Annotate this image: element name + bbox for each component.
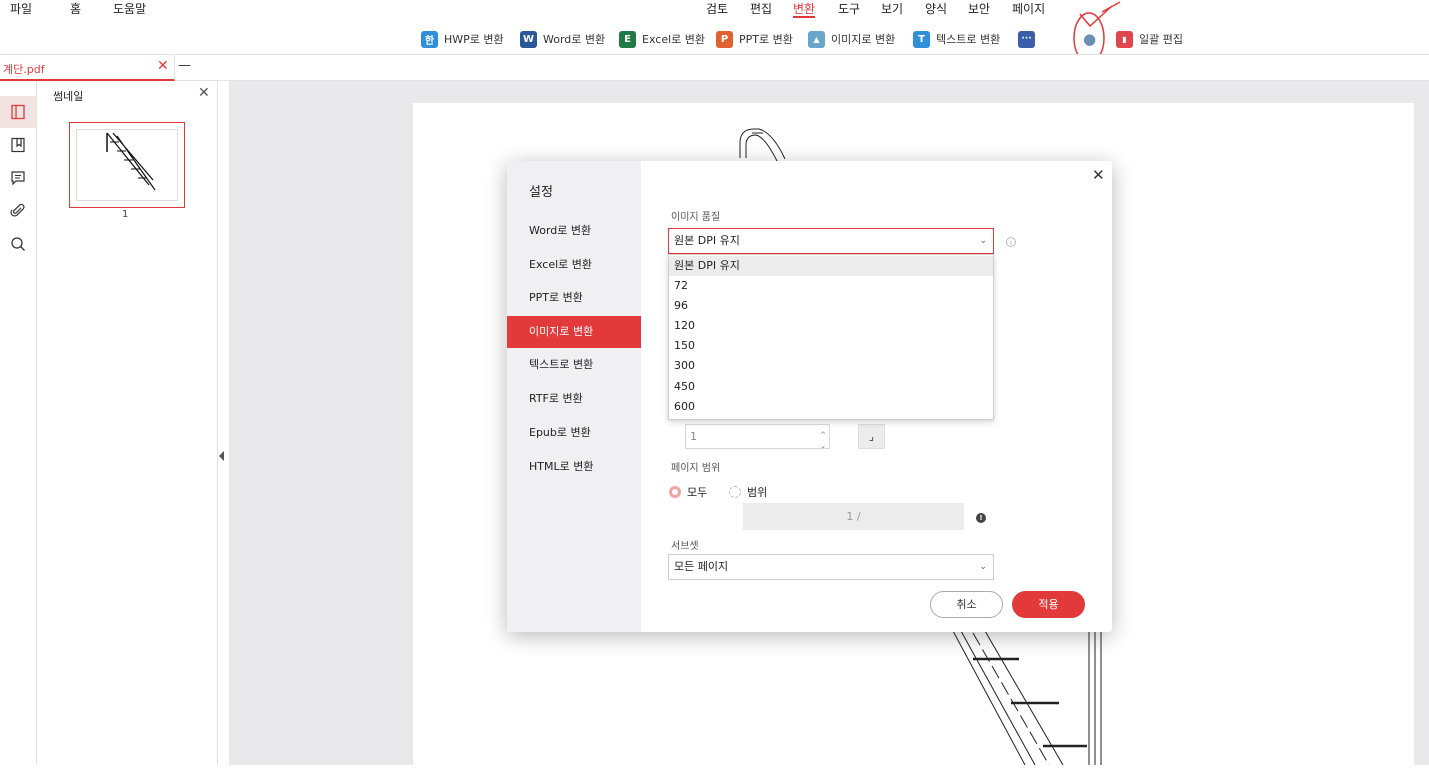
image-quality-select[interactable]: 원본 DPI 유지 ⌄ [668,228,994,254]
page-thumbnail-image [76,129,178,201]
page-range-input[interactable]: 1 / [743,503,964,530]
toolbar: 한 HWP로 변환 W Word로 변환 E Excel로 변환 P PPT로 … [0,24,1429,54]
dpi-option[interactable]: 300 [669,356,993,376]
tab-forms[interactable]: 양식 [925,0,947,17]
collapse-panel-icon[interactable] [219,451,224,461]
menu-home[interactable]: 홈 [70,0,81,17]
convert-excel-button[interactable]: E Excel로 변환 [619,28,705,50]
thumbnail-panel-title: 썸네일 [53,90,84,103]
page-range-label: 페이지 범위 [671,463,721,474]
menu-file[interactable]: 파일 [10,0,32,17]
word-icon: W [520,30,537,48]
page-number: 1 [122,209,129,220]
document-tab[interactable]: 계단.pdf ✕ [0,55,175,81]
tab-tools[interactable]: 도구 [838,0,860,17]
tab-pages[interactable]: 페이지 [1012,0,1045,17]
comment-icon[interactable] [0,162,36,194]
warning-info-icon: ! [976,513,986,523]
left-rail [0,81,37,765]
tab-convert[interactable]: 변환 [793,0,816,18]
nav-epub[interactable]: Epub로 변환 [507,417,641,449]
close-icon[interactable]: ✕ [1092,166,1105,184]
close-icon[interactable]: ✕ [157,58,169,74]
text-icon: T [913,30,930,48]
minimize-icon[interactable]: — [178,58,191,73]
dialog-title: 설정 [529,185,553,200]
nav-image[interactable]: 이미지로 변환 [507,316,641,348]
page-thumbnail[interactable] [69,122,185,208]
dpi-option[interactable]: 600 [669,397,993,417]
dialog-sidebar: 설정 Word로 변환 Excel로 변환 PPT로 변환 이미지로 변환 텍스… [507,161,641,632]
dpi-option[interactable]: 72 [669,276,993,296]
chevron-down-icon: ⌄ [979,236,987,246]
nav-ppt[interactable]: PPT로 변환 [507,282,641,314]
convert-excel-label: Excel로 변환 [642,33,705,46]
image-icon: ▲ [808,30,825,48]
ppt-icon: P [716,30,733,48]
info-icon: i [1006,237,1016,247]
radio-all[interactable]: 모두 [669,484,707,500]
dpi-dropdown-list: 원본 DPI 유지 72 96 120 150 300 450 600 [668,254,994,420]
tab-edit[interactable]: 편집 [750,0,772,17]
corner-toggle-button[interactable]: ⌟ [858,424,885,449]
nav-word[interactable]: Word로 변환 [507,215,641,247]
radio-range[interactable]: 범위 [729,484,767,500]
close-icon[interactable]: ✕ [198,85,210,101]
image-quality-value: 원본 DPI 유지 [674,234,740,247]
convert-word-label: Word로 변환 [543,33,606,46]
convert-word-button[interactable]: W Word로 변환 [520,28,605,50]
excel-icon: E [619,30,636,48]
menu-help[interactable]: 도움말 [113,0,146,17]
radio-unselected-icon [729,486,741,498]
menu-bar: 파일 홈 도움말 검토 편집 변환 도구 보기 양식 보안 페이지 [0,0,1429,22]
chevron-down-icon[interactable]: ⌄ [820,435,826,458]
subset-value: 모든 페이지 [674,560,729,573]
document-tab-bar: 계단.pdf ✕ — [0,54,1429,81]
dpi-option[interactable]: 450 [669,377,993,397]
stepper-value: 1 [690,430,697,443]
nav-excel[interactable]: Excel로 변환 [507,249,641,281]
dpi-option[interactable]: 원본 DPI 유지 [669,256,993,276]
convert-hwp-button[interactable]: 한 HWP로 변환 [421,28,504,50]
convert-hwp-label: HWP로 변환 [444,33,504,46]
hwp-icon: 한 [421,30,438,48]
radio-selected-icon [669,486,681,498]
more-convert-button[interactable]: ··· [1018,28,1035,50]
document-tab-title: 계단.pdf [3,63,45,76]
cancel-button[interactable]: 취소 [930,591,1003,618]
tab-view[interactable]: 보기 [881,0,903,17]
attachment-icon[interactable] [0,195,36,227]
convert-image-button[interactable]: ▲ 이미지로 변환 [808,28,895,50]
tab-security[interactable]: 보안 [968,0,990,17]
convert-ppt-button[interactable]: P PPT로 변환 [716,28,793,50]
nav-text[interactable]: 텍스트로 변환 [507,349,641,381]
corner-icon: ⌟ [868,430,875,443]
more-icon: ··· [1018,30,1035,48]
convert-ppt-label: PPT로 변환 [739,33,793,46]
search-icon[interactable] [0,228,36,260]
staircase-drawing-icon [106,132,156,191]
apply-button[interactable]: 적용 [1012,591,1085,618]
subset-label: 서브셋 [671,541,699,552]
nav-rtf[interactable]: RTF로 변환 [507,383,641,415]
subset-select[interactable]: 모든 페이지 ⌄ [668,554,994,580]
convert-image-label: 이미지로 변환 [831,33,896,46]
convert-text-label: 텍스트로 변환 [936,33,1001,46]
bookmark-icon[interactable] [0,129,36,161]
dpi-option[interactable]: 96 [669,296,993,316]
radio-range-label: 범위 [747,486,768,499]
thumbnail-panel-icon[interactable] [0,96,36,128]
chevron-down-icon: ⌄ [979,562,987,572]
image-quality-label: 이미지 품질 [671,212,721,223]
quantity-stepper[interactable]: 1 ^ ⌄ [685,424,830,450]
dpi-option[interactable]: 120 [669,316,993,336]
tab-review[interactable]: 검토 [706,0,728,17]
dpi-option[interactable]: 150 [669,336,993,356]
nav-html[interactable]: HTML로 변환 [507,451,641,483]
batch-edit-label: 일괄 편집 [1139,33,1183,46]
convert-text-button[interactable]: T 텍스트로 변환 [913,28,1000,50]
thumbnail-panel: 썸네일 ✕ 1 [37,81,218,765]
radio-all-label: 모두 [687,486,708,499]
settings-dialog: 설정 Word로 변환 Excel로 변환 PPT로 변환 이미지로 변환 텍스… [507,161,1112,632]
